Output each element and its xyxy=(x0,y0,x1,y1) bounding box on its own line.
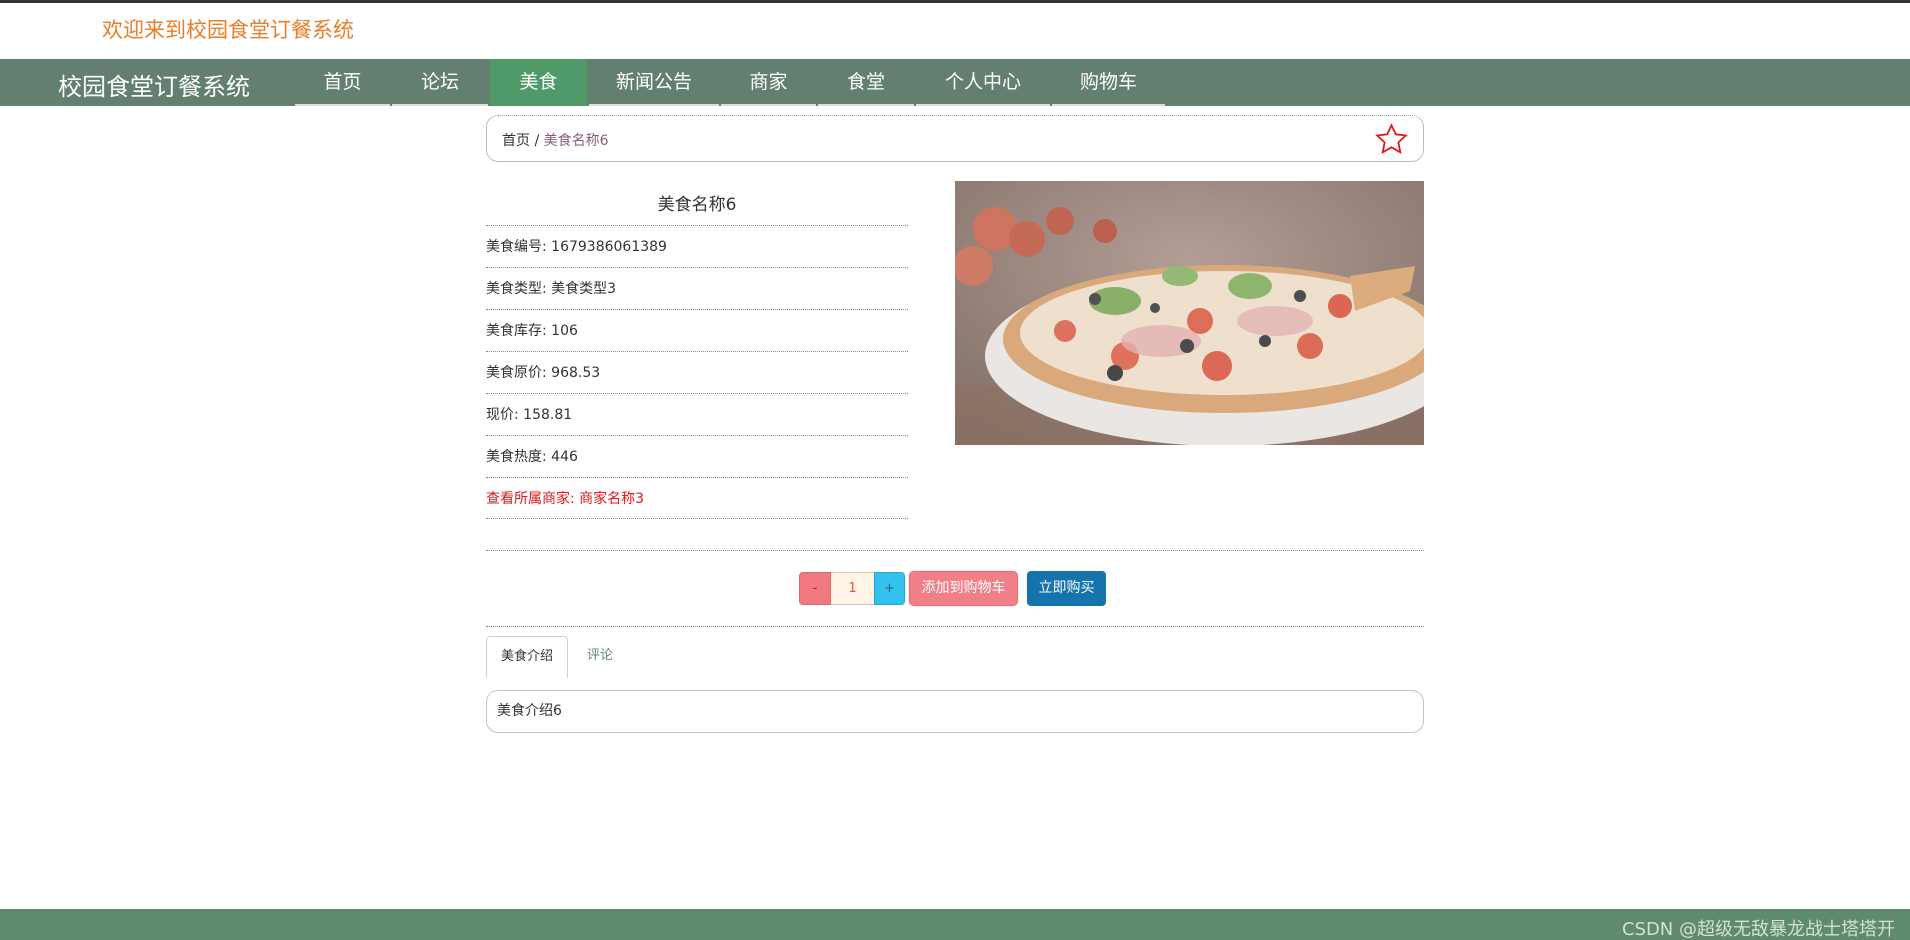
nav-item-merchant[interactable]: 商家 xyxy=(721,59,816,106)
main-navbar: 校园食堂订餐系统 首页 论坛 美食 新闻公告 商家 食堂 个人中心 购物车 xyxy=(0,59,1910,106)
footer-bar: CSDN @超级无敌暴龙战士塔塔开 xyxy=(0,909,1910,940)
add-to-cart-button[interactable]: 添加到购物车 xyxy=(909,571,1018,606)
breadcrumb: 首页 / 美食名称6 xyxy=(502,130,609,150)
attr-popularity: 美食热度: 446 xyxy=(486,435,908,477)
divider xyxy=(486,550,1424,551)
quantity-decrement-button[interactable]: - xyxy=(799,572,831,605)
brand-title: 校园食堂订餐系统 xyxy=(58,73,250,101)
breadcrumb-separator: / xyxy=(534,133,540,149)
nav-item-food[interactable]: 美食 xyxy=(490,59,587,106)
top-border xyxy=(0,0,1910,3)
breadcrumb-bar: 首页 / 美食名称6 xyxy=(486,115,1424,162)
attr-food-id: 美食编号: 1679386061389 xyxy=(486,225,908,267)
product-title: 美食名称6 xyxy=(657,195,737,215)
breadcrumb-home[interactable]: 首页 xyxy=(502,133,530,149)
nav-item-profile[interactable]: 个人中心 xyxy=(916,59,1050,106)
csdn-watermark: CSDN @超级无敌暴龙战士塔塔开 xyxy=(1621,919,1895,940)
attr-food-type: 美食类型: 美食类型3 xyxy=(486,267,908,309)
tab-comments[interactable]: 评论 xyxy=(570,636,630,678)
pizza-photo xyxy=(955,181,1424,445)
tab-food-intro[interactable]: 美食介绍 xyxy=(486,636,568,678)
attr-current-price: 现价: 158.81 xyxy=(486,393,908,435)
breadcrumb-current: 美食名称6 xyxy=(543,133,609,149)
quantity-input[interactable] xyxy=(831,572,874,605)
welcome-text: 欢迎来到校园食堂订餐系统 xyxy=(102,18,354,42)
quantity-increment-button[interactable]: + xyxy=(874,572,905,605)
attr-stock: 美食库存: 106 xyxy=(486,309,908,351)
favorite-star-icon[interactable] xyxy=(1375,123,1408,156)
nav-item-news[interactable]: 新闻公告 xyxy=(589,59,719,106)
buy-now-button[interactable]: 立即购买 xyxy=(1027,571,1106,606)
merchant-link[interactable]: 查看所属商家: 商家名称3 xyxy=(486,477,908,519)
divider xyxy=(486,626,1424,627)
product-attributes: 美食编号: 1679386061389 美食类型: 美食类型3 美食库存: 10… xyxy=(486,225,908,519)
nav-item-home[interactable]: 首页 xyxy=(295,59,390,106)
nav-item-forum[interactable]: 论坛 xyxy=(392,59,488,106)
food-description: 美食介绍6 xyxy=(486,690,1424,733)
nav-item-cart[interactable]: 购物车 xyxy=(1052,59,1165,106)
nav-item-canteen[interactable]: 食堂 xyxy=(818,59,914,106)
attr-original-price: 美食原价: 968.53 xyxy=(486,351,908,393)
